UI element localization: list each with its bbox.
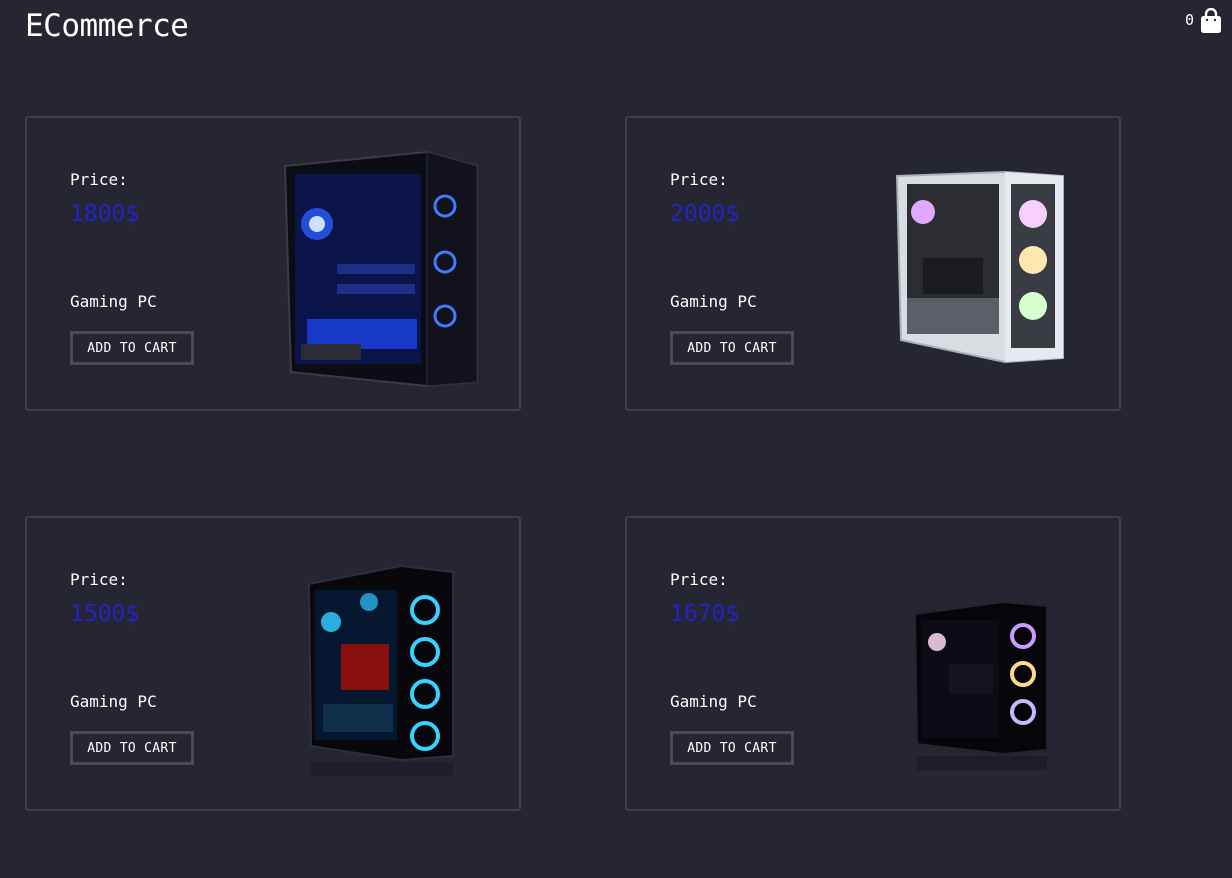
brand-logo[interactable]: ECommerce	[25, 8, 189, 44]
price-block: Price: 1500$	[70, 570, 139, 627]
cart-button[interactable]: 0	[1185, 8, 1222, 34]
gaming-pc-black-blue-image	[305, 564, 457, 778]
price-label: Price:	[670, 570, 728, 589]
product-card: Price: 1800$ Gaming PC ADD TO CART	[25, 116, 521, 411]
gaming-pc-blue-image	[277, 144, 483, 389]
price-label: Price:	[70, 170, 128, 189]
price-value: 2000$	[670, 201, 740, 227]
price-block: Price: 2000$	[670, 170, 739, 227]
price-value: 1500$	[70, 601, 140, 627]
product-card: Price: 1500$ Gaming PC ADD TO CART	[25, 516, 521, 811]
price-label: Price:	[670, 170, 728, 189]
add-to-cart-button[interactable]: ADD TO CART	[670, 331, 794, 365]
product-card: Price: 2000$ Gaming PC ADD TO CART	[625, 116, 1121, 411]
price-value: 1800$	[70, 201, 140, 227]
gaming-pc-black-rgb-image	[911, 600, 1051, 776]
add-to-cart-button[interactable]: ADD TO CART	[70, 331, 194, 365]
product-card: Price: 1670$ Gaming PC ADD TO CART	[625, 516, 1121, 811]
cart-count: 0	[1184, 11, 1194, 29]
price-block: Price: 1670$	[670, 570, 739, 627]
price-value: 1670$	[670, 601, 740, 627]
product-name: Gaming PC	[670, 292, 757, 311]
price-block: Price: 1800$	[70, 170, 139, 227]
product-name: Gaming PC	[670, 692, 757, 711]
app-root: ECommerce 0 Price: 1800$ Gaming PC ADD T…	[0, 0, 1232, 878]
shopping-bag-icon[interactable]	[1200, 8, 1222, 34]
add-to-cart-button[interactable]: ADD TO CART	[70, 731, 194, 765]
price-label: Price:	[70, 570, 128, 589]
gaming-pc-white-image	[893, 168, 1065, 364]
product-name: Gaming PC	[70, 292, 157, 311]
add-to-cart-button[interactable]: ADD TO CART	[670, 731, 794, 765]
product-name: Gaming PC	[70, 692, 157, 711]
